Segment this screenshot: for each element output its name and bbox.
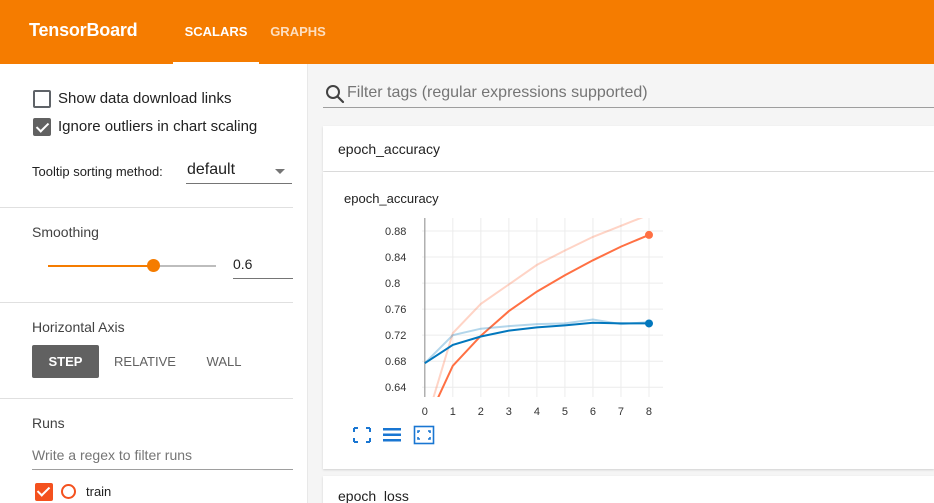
chart-title: epoch_accuracy	[344, 191, 439, 206]
run-train-checkbox[interactable]	[35, 483, 53, 501]
smoothing-input[interactable]: 0.6	[233, 251, 293, 279]
tooltip-sorting-value: default	[187, 161, 236, 178]
y-tick-label: 0.88	[385, 226, 406, 238]
top-app-bar: TensorBoard SCALARS GRAPHS	[0, 0, 934, 64]
x-tick-label: 6	[590, 406, 596, 418]
tag-filter-input[interactable]: Filter tags (regular expressions support…	[323, 80, 934, 108]
x-tick-label: 7	[618, 406, 624, 418]
sidebar: Show data download links Ignore outliers…	[0, 64, 308, 503]
relative-button[interactable]: RELATIVE	[108, 345, 182, 378]
x-tick-label: 0	[422, 406, 428, 418]
app-title: TensorBoard	[29, 20, 138, 40]
search-icon	[326, 85, 345, 104]
run-train-label: train	[86, 484, 112, 499]
fit-domain-icon[interactable]	[413, 425, 435, 445]
divider	[0, 398, 293, 399]
tooltip-sorting-label: Tooltip sorting method:	[32, 164, 163, 179]
smoothing-title: Smoothing	[32, 224, 99, 240]
x-tick-label: 8	[646, 406, 652, 418]
smoothing-slider-knob[interactable]	[146, 259, 160, 272]
x-tick-label: 1	[450, 406, 456, 418]
y-tick-label: 0.84	[385, 252, 406, 264]
wall-button[interactable]: WALL	[196, 345, 252, 378]
y-tick-label: 0.76	[385, 304, 406, 316]
divider	[0, 207, 293, 208]
y-tick-label: 0.68	[385, 356, 406, 368]
toggle-log-scale-icon[interactable]	[381, 425, 403, 445]
tag-filter-placeholder: Filter tags (regular expressions support…	[347, 84, 648, 101]
x-tick-label: 4	[534, 406, 540, 418]
series-endpoint-marker	[644, 230, 653, 239]
fullscreen-icon[interactable]	[351, 425, 373, 445]
horizontal-axis-title: Horizontal Axis	[32, 319, 125, 335]
card-header-epoch-accuracy[interactable]: epoch_accuracy	[323, 126, 934, 171]
ignore-outliers-checkbox[interactable]	[33, 118, 51, 136]
step-button[interactable]: STEP	[32, 345, 99, 378]
dropdown-arrow-icon	[275, 169, 285, 174]
y-tick-label: 0.72	[385, 330, 406, 342]
card-header-epoch-loss[interactable]: epoch_loss	[323, 476, 934, 503]
smoothing-slider[interactable]	[48, 259, 216, 272]
tab-graphs[interactable]: GRAPHS	[258, 0, 338, 64]
y-tick-label: 0.64	[385, 382, 406, 394]
card-title: epoch_loss	[338, 488, 409, 503]
x-tick-label: 2	[478, 406, 484, 418]
ignore-outliers-label[interactable]: Ignore outliers in chart scaling	[58, 118, 257, 135]
run-color-icon[interactable]	[61, 484, 76, 499]
tab-scalars[interactable]: SCALARS	[173, 0, 259, 64]
tooltip-sorting-select[interactable]: default	[186, 160, 292, 184]
show-download-links-label[interactable]: Show data download links	[58, 90, 231, 107]
runs-filter-input[interactable]: Write a regex to filter runs	[32, 444, 293, 470]
x-tick-label: 3	[506, 406, 512, 418]
card-title: epoch_accuracy	[338, 141, 440, 157]
y-tick-label: 0.8	[385, 278, 400, 290]
show-download-links-checkbox[interactable]	[33, 90, 51, 108]
divider	[0, 302, 293, 303]
x-tick-label: 5	[562, 406, 568, 418]
runs-title: Runs	[32, 415, 65, 431]
smoothing-slider-fill	[48, 265, 153, 267]
epoch-accuracy-chart[interactable]: 0.64 0.68 0.72 0.76 0.8 0.84 0.88 0 1 2 3 4 5 6 7 8	[323, 210, 683, 420]
series-endpoint-marker	[644, 319, 653, 328]
